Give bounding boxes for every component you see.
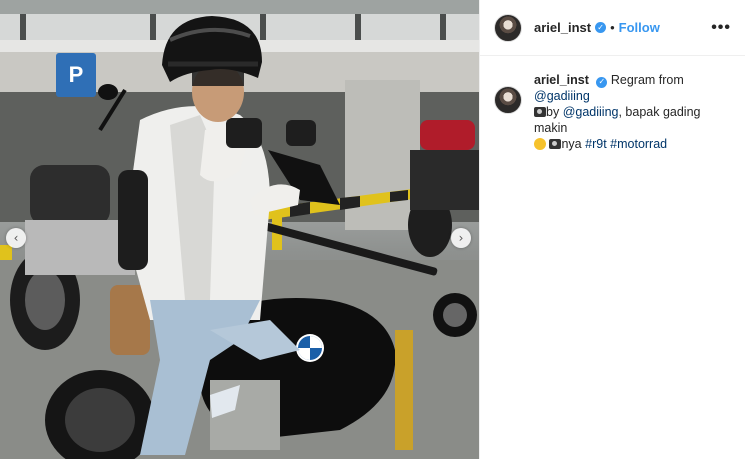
caption-author-username[interactable]: ariel_inst	[534, 73, 589, 87]
author-username[interactable]: ariel_inst	[534, 20, 591, 35]
author-avatar[interactable]	[494, 13, 522, 42]
by-handle-link[interactable]: @gadiiing	[563, 105, 619, 119]
hashtag-motorrad-link[interactable]: #motorrad	[610, 137, 667, 151]
next-photo-button[interactable]: ›	[451, 228, 471, 248]
caption-verified-badge-icon: ✓	[596, 76, 608, 88]
verified-badge-icon: ✓	[595, 22, 607, 33]
hashtag-r9t-link[interactable]: #r9t	[585, 137, 607, 151]
caption-text: ariel_inst ✓ Regram from @gadiiing by @g…	[534, 72, 730, 152]
chevron-right-icon: ›	[458, 231, 464, 245]
post-side-panel: ariel_inst ✓ • Follow ••• ariel_inst ✓ R…	[479, 0, 745, 459]
parking-sign: P	[68, 62, 84, 87]
by-text: by	[546, 105, 560, 119]
caption-author-avatar[interactable]	[494, 86, 522, 114]
caption-text-2: nya	[561, 137, 582, 151]
smile-emoji-icon	[534, 138, 546, 150]
chevron-left-icon: ‹	[13, 231, 19, 245]
regram-text: Regram from	[610, 73, 684, 87]
separator-dot: •	[610, 20, 615, 35]
previous-photo-button[interactable]: ‹	[6, 228, 26, 248]
post-header: ariel_inst ✓ • Follow •••	[480, 0, 745, 56]
caption-comment: ariel_inst ✓ Regram from @gadiiing by @g…	[480, 56, 745, 152]
follow-button[interactable]: Follow	[619, 20, 660, 35]
more-options-icon[interactable]: •••	[711, 19, 731, 37]
regram-handle-link[interactable]: @gadiiing	[534, 89, 590, 103]
camera-emoji-icon	[534, 107, 546, 117]
post-photo[interactable]: P ‹ ›	[0, 0, 479, 459]
caption-text-1: , bapak gading makin	[534, 105, 701, 135]
camera-emoji-icon-2	[549, 139, 562, 149]
